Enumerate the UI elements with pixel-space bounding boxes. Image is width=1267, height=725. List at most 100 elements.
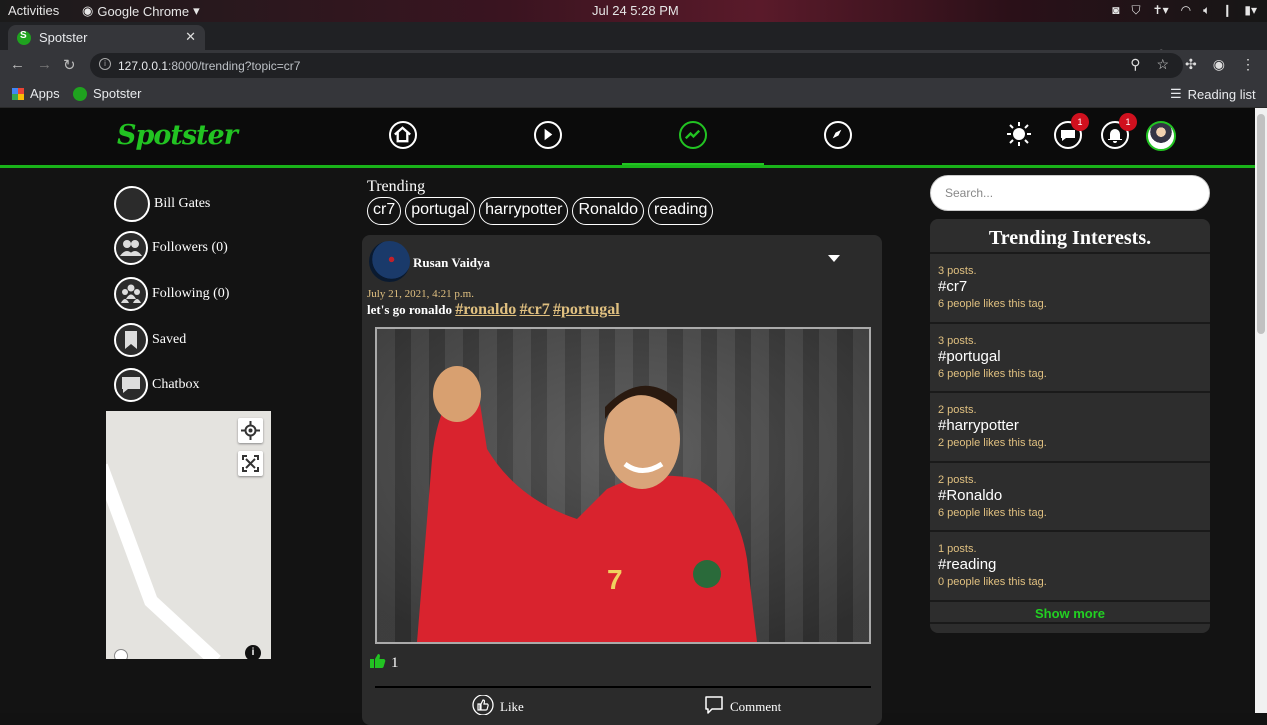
thumbs-up-icon xyxy=(370,653,386,674)
scrollbar-thumb[interactable] xyxy=(1257,114,1265,334)
video-play-icon[interactable] xyxy=(534,121,562,149)
post-caption: let's go ronaldo #ronaldo #cr7 #portugal xyxy=(367,301,620,319)
interest-likes: 6 people likes this tag. xyxy=(938,507,1047,519)
sidebar-profile[interactable]: Bill Gates xyxy=(114,186,210,222)
theme-toggle-icon[interactable] xyxy=(1006,121,1034,149)
clock[interactable]: Jul 24 5:28 PM xyxy=(592,3,679,18)
bookmark-spotster[interactable]: Spotster xyxy=(73,86,141,101)
followers-label: Followers (0) xyxy=(152,240,228,255)
hashtag-link[interactable]: #cr7 xyxy=(520,301,550,318)
post-date: July 21, 2021, 4:21 p.m. xyxy=(367,288,474,300)
map-info-icon[interactable]: i xyxy=(245,645,261,659)
post-image[interactable]: 7 xyxy=(375,327,871,644)
interest-item[interactable]: 3 posts. #portugal 6 people likes this tag… xyxy=(930,322,1210,390)
locate-me-icon[interactable] xyxy=(238,418,263,443)
reload-icon[interactable]: ↻ xyxy=(63,56,76,74)
system-tray[interactable]: ◙ ⛉ ✝▾ ◠ 🔈︎ ❙ ▮▾ xyxy=(1112,3,1257,18)
compass-icon[interactable] xyxy=(824,121,852,149)
fullscreen-icon[interactable] xyxy=(238,451,263,476)
topic-pill[interactable]: reading xyxy=(648,197,714,225)
bookmark-apps-label: Apps xyxy=(30,86,60,101)
hashtag-link[interactable]: #ronaldo xyxy=(455,301,516,318)
browser-tab[interactable]: Spotster ✕ xyxy=(8,25,205,50)
chrome-icon: ◉ xyxy=(82,3,94,18)
forward-icon[interactable]: → xyxy=(37,56,52,73)
topic-pill[interactable]: Ronaldo xyxy=(572,197,645,225)
extensions-icon[interactable]: ✣ xyxy=(1185,56,1197,73)
close-tab-icon[interactable]: ✕ xyxy=(185,29,196,45)
comment-button[interactable]: Comment xyxy=(704,695,781,719)
interest-tag[interactable]: #Ronaldo xyxy=(938,487,1202,504)
tab-title: Spotster xyxy=(39,30,88,45)
mic-icon[interactable]: ❙ xyxy=(1222,3,1232,18)
chatbox-label: Chatbox xyxy=(152,377,200,392)
footballer-photo: 7 xyxy=(377,329,869,642)
interest-item[interactable]: 2 posts. #Ronaldo 6 people likes this tag. xyxy=(930,461,1210,529)
bookmark-apps[interactable]: Apps xyxy=(12,86,60,101)
topic-pill[interactable]: portugal xyxy=(405,197,476,225)
following-label: Following (0) xyxy=(152,286,230,301)
os-top-bar: Activities ◉ Google Chrome ▾ Jul 24 5:28 P… xyxy=(0,0,1267,22)
user-avatar[interactable] xyxy=(1146,121,1176,151)
author-name[interactable]: Rusan Vaidya xyxy=(413,255,490,271)
location-icon[interactable]: ⚲ xyxy=(1130,56,1140,73)
url-path: :8000/trending?topic=cr7 xyxy=(168,59,301,73)
bookmarks-bar: Apps Spotster ☰ Reading list xyxy=(0,81,1267,108)
map-road-graphic xyxy=(106,463,221,659)
interest-post-count: 2 posts. xyxy=(938,474,977,486)
interest-item[interactable]: 3 posts. #cr7 6 people likes this tag. xyxy=(930,252,1210,320)
page-scrollbar[interactable] xyxy=(1255,108,1267,713)
location-map[interactable]: i xyxy=(106,411,271,659)
app-menu[interactable]: ◉ Google Chrome ▾ xyxy=(82,3,200,19)
wifi-icon[interactable]: ◠ xyxy=(1181,3,1191,18)
comment-icon xyxy=(704,695,724,719)
trending-pills: cr7 portugal harrypotter Ronaldo reading xyxy=(367,197,714,225)
accessibility-icon[interactable]: ✝▾ xyxy=(1153,3,1169,18)
interest-tag[interactable]: #harrypotter xyxy=(938,417,1202,434)
discord-icon[interactable]: ◙ xyxy=(1112,3,1119,18)
reading-list-label: Reading list xyxy=(1187,86,1256,102)
app-name: Google Chrome xyxy=(97,3,190,19)
back-icon[interactable]: ← xyxy=(10,56,25,73)
site-info-icon[interactable]: i xyxy=(99,58,111,70)
spotster-logo[interactable]: Spotster xyxy=(117,120,238,151)
activities-button[interactable]: Activities xyxy=(8,3,59,18)
interest-likes: 2 people likes this tag. xyxy=(938,437,1047,449)
chevron-down-icon: ▾ xyxy=(193,3,200,18)
bookmark-spotster-label: Spotster xyxy=(93,86,142,101)
sidebar-item-saved[interactable]: Saved xyxy=(114,323,186,357)
like-button[interactable]: Like xyxy=(472,694,524,719)
bookmark-star-icon[interactable]: ☆ xyxy=(1156,56,1169,73)
post-options-icon[interactable] xyxy=(828,255,840,262)
home-icon[interactable] xyxy=(389,121,417,149)
interest-post-count: 3 posts. xyxy=(938,335,977,347)
trending-icon[interactable] xyxy=(679,121,707,149)
interest-item[interactable]: 1 posts. #reading 0 people likes this tag. xyxy=(930,530,1210,598)
menu-icon[interactable]: ⋮ xyxy=(1241,56,1255,73)
url-bar[interactable]: i 127.0.0.1:8000/trending?topic=cr7 xyxy=(90,53,1183,78)
sidebar-item-following[interactable]: Following (0) xyxy=(114,277,229,311)
interest-tag[interactable]: #reading xyxy=(938,556,1202,573)
search-input[interactable]: Search... xyxy=(930,175,1210,211)
sidebar-item-followers[interactable]: Followers (0) xyxy=(114,231,228,265)
interest-likes: 0 people likes this tag. xyxy=(938,576,1047,588)
topic-pill[interactable]: cr7 xyxy=(367,197,402,225)
battery-icon[interactable]: ▮▾ xyxy=(1244,3,1257,18)
hashtag-link[interactable]: #portugal xyxy=(553,301,620,318)
topic-pill[interactable]: harrypotter xyxy=(479,197,569,225)
shield-icon[interactable]: ⛉ xyxy=(1132,3,1141,18)
show-more-button[interactable]: Show more xyxy=(930,600,1210,624)
post-text: let's go ronaldo xyxy=(367,302,452,317)
reading-list-icon: ☰ xyxy=(1170,86,1182,101)
interest-tag[interactable]: #cr7 xyxy=(938,278,1202,295)
interest-item[interactable]: 2 posts. #harrypotter 2 people likes this … xyxy=(930,391,1210,459)
like-icon xyxy=(472,694,494,719)
spotster-favicon-icon xyxy=(73,86,87,101)
author-avatar[interactable] xyxy=(369,241,410,282)
volume-icon[interactable]: 🔈︎ xyxy=(1203,3,1210,18)
profile-icon[interactable]: ◉ xyxy=(1213,56,1225,73)
sidebar-item-chatbox[interactable]: Chatbox xyxy=(114,368,199,402)
trending-interests-panel: Trending Interests. 3 posts. #cr7 6 people… xyxy=(930,219,1210,633)
reading-list-button[interactable]: ☰ Reading list xyxy=(1170,86,1256,102)
interest-tag[interactable]: #portugal xyxy=(938,348,1202,365)
